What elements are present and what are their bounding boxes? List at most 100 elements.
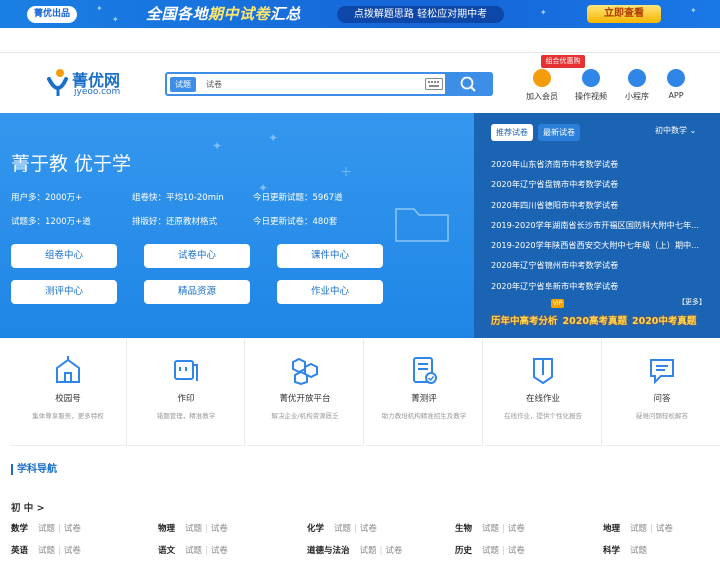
hexagon-icon [292,357,318,385]
questions-link[interactable]: 试题 [334,524,351,534]
search-tab-papers[interactable]: 试卷 [201,77,227,92]
questions-link[interactable]: 试题 [185,546,202,556]
more-link[interactable]: 【更多】 [678,297,706,307]
paper-link[interactable]: 2020年辽宁省盘锦市中考数学试卷 [491,174,713,194]
paper-panel: 推荐试卷 最新试卷 初中数学 ⌄ 2020年山东省济南市中考数学试卷 2020年… [474,113,720,338]
hero-left: ✦ ✦ ＋ ✦ 菁于教 优于学 用户多：2000万+ 组卷快：平均10-20mi… [0,113,474,338]
page: 菁优出品 ✦ ✦ 全国各地期中试卷汇总 点拨解题思路 轻松应对期中考 ✦ 立即查… [0,0,720,569]
search-button[interactable] [445,72,493,96]
subject-item: 英语 试题 | 试卷 [11,546,81,556]
view-now-button[interactable]: 立即查看 [587,5,661,23]
pencil-icon [533,358,553,385]
questions-link[interactable]: 试题 [360,546,377,556]
sparkle-icon: ✦ [212,139,223,153]
paper-list: 2020年山东省济南市中考数学试卷 2020年辽宁省盘锦市中考数学试卷 2020… [491,154,713,296]
promo-banner[interactable]: 菁优出品 ✦ ✦ 全国各地期中试卷汇总 点拨解题思路 轻松应对期中考 ✦ 立即查… [0,0,720,28]
papers-link[interactable]: 试卷 [656,524,673,534]
search-tab-questions[interactable]: 试题 [170,77,196,92]
questions-link[interactable]: 试题 [38,524,55,534]
exam-analysis-link[interactable]: 历年中高考分析 [491,313,558,327]
paper-link[interactable]: 2020年四川省德阳市中考数学试卷 [491,195,713,215]
subject-item: 化学 试题 | 试卷 [307,524,377,534]
papers-link[interactable]: 试卷 [211,546,228,556]
courseware-button[interactable]: 课件中心 [277,244,383,268]
service-online-homework[interactable]: 在线作业 在线作业，提供个性化报告 [485,339,602,446]
questions-link[interactable]: 试题 [630,524,647,534]
assessment-button[interactable]: 测评中心 [11,280,117,304]
services: 校园号 集体尊享服务，更多特权 作印 错题管理，精准教学 菁优开放平台 解决企业… [10,339,720,446]
logo-icon [47,69,68,96]
paper-builder-button[interactable]: 组卷中心 [11,244,117,268]
join-member-button[interactable]: 加入会员 [522,69,562,102]
level-junior-link[interactable]: 初 中 > [11,500,45,514]
checklist-icon [413,357,437,384]
sparkle-icon: ✦ [690,6,697,15]
paper-link[interactable]: 2019-2020学年陕西省西安交大附中七年级（上）期中... [491,235,713,255]
search-icon [460,76,476,92]
sparkle-icon: ✦ [96,4,103,13]
subject-item: 语文 试题 | 试卷 [158,546,228,556]
paper-link[interactable]: 2020年辽宁省锦州市中考数学试卷 [491,255,713,275]
keyboard-icon[interactable] [425,78,443,90]
phone-icon [667,69,685,87]
chat-icon [650,359,674,385]
tutorial-video-button[interactable]: 操作视频 [571,69,611,102]
paper-link[interactable]: 2019-2020学年湖南省长沙市开福区国防科大附中七年... [491,215,713,235]
questions-link[interactable]: 试题 [630,546,647,556]
print-icon [174,360,198,381]
premium-resources-button[interactable]: 精品资源 [144,280,250,304]
header: 菁优网 jyeoo.com 试题 试卷 组合优惠购 加入会员 操作视频 小程序 … [0,52,720,112]
sparkle-icon: ＋ [340,165,353,179]
subject-item: 数学 试题 | 试卷 [11,524,81,534]
play-icon [582,69,600,87]
sparkle-icon: ✦ [540,8,547,17]
questions-link[interactable]: 试题 [38,546,55,556]
subject-select[interactable]: 初中数学 ⌄ [655,125,696,136]
logo[interactable]: 菁优网 jyeoo.com [46,65,146,101]
chevron-down-icon: ⌄ [689,126,697,135]
gaokao-2020-link[interactable]: 2020高考真题 [563,313,627,327]
search-bar[interactable]: 试题 试卷 [165,72,493,96]
subject-nav-title: 学科导航 [11,464,57,475]
papers-link[interactable]: 试卷 [508,546,525,556]
papers-link[interactable]: 试卷 [385,546,402,556]
banner-headline: 全国各地期中试卷汇总 [146,5,302,23]
papers-link[interactable]: 试卷 [360,524,377,534]
vip-badge: VIP [551,299,564,308]
service-qa[interactable]: 问答 疑难问题轻松解答 [604,339,720,446]
homework-center-button[interactable]: 作业中心 [277,280,383,304]
service-campus[interactable]: 校园号 集体尊享服务，更多特权 [10,339,127,446]
subject-item: 科学 试题 [603,546,648,556]
questions-link[interactable]: 试题 [482,524,499,534]
tab-latest-papers[interactable]: 最新试卷 [538,124,580,141]
hero-slogan: 菁于教 优于学 [11,153,132,175]
promo-tag[interactable]: 组合优惠购 [541,55,585,68]
hero-section: ✦ ✦ ＋ ✦ 菁于教 优于学 用户多：2000万+ 组卷快：平均10-20mi… [0,113,720,338]
papers-link[interactable]: 试卷 [64,546,81,556]
mini-program-icon [628,69,646,87]
questions-link[interactable]: 试题 [185,524,202,534]
papers-link[interactable]: 试卷 [64,524,81,534]
paper-center-button[interactable]: 试卷中心 [144,244,250,268]
zhongkao-2020-link[interactable]: 2020中考真题 [632,313,696,327]
banner-subtitle: 点拨解题思路 轻松应对期中考 [337,6,504,23]
service-open-platform[interactable]: 菁优开放平台 解决企业/机构资源匮乏 [247,339,364,446]
logo-domain: jyeoo.com [74,87,121,97]
stat-layout: 排版好：还原教材格式 [132,217,218,227]
mini-program-button[interactable]: 小程序 [617,69,657,102]
service-print[interactable]: 作印 错题管理，精准教学 [128,339,245,446]
paper-link[interactable]: 2020年辽宁省阜新市中考数学试卷 [491,276,713,296]
service-assessment[interactable]: 菁测评 助力教培机构精准招生及教学 [366,339,483,446]
paper-link[interactable]: 2020年山东省济南市中考数学试卷 [491,154,713,174]
subject-item: 生物 试题 | 试卷 [455,524,525,534]
stat-questions: 试题多：1200万+道 [11,217,91,227]
questions-link[interactable]: 试题 [482,546,499,556]
stat-speed: 组卷快：平均10-20min [132,193,224,203]
stat-users: 用户多：2000万+ [11,193,83,203]
papers-link[interactable]: 试卷 [508,524,525,534]
tab-recommended-papers[interactable]: 推荐试卷 [491,124,533,141]
app-button[interactable]: APP [656,69,696,100]
subject-item: 地理 试题 | 试卷 [603,524,673,534]
stat-today-papers: 今日更新试卷：480套 [253,217,338,227]
papers-link[interactable]: 试卷 [211,524,228,534]
